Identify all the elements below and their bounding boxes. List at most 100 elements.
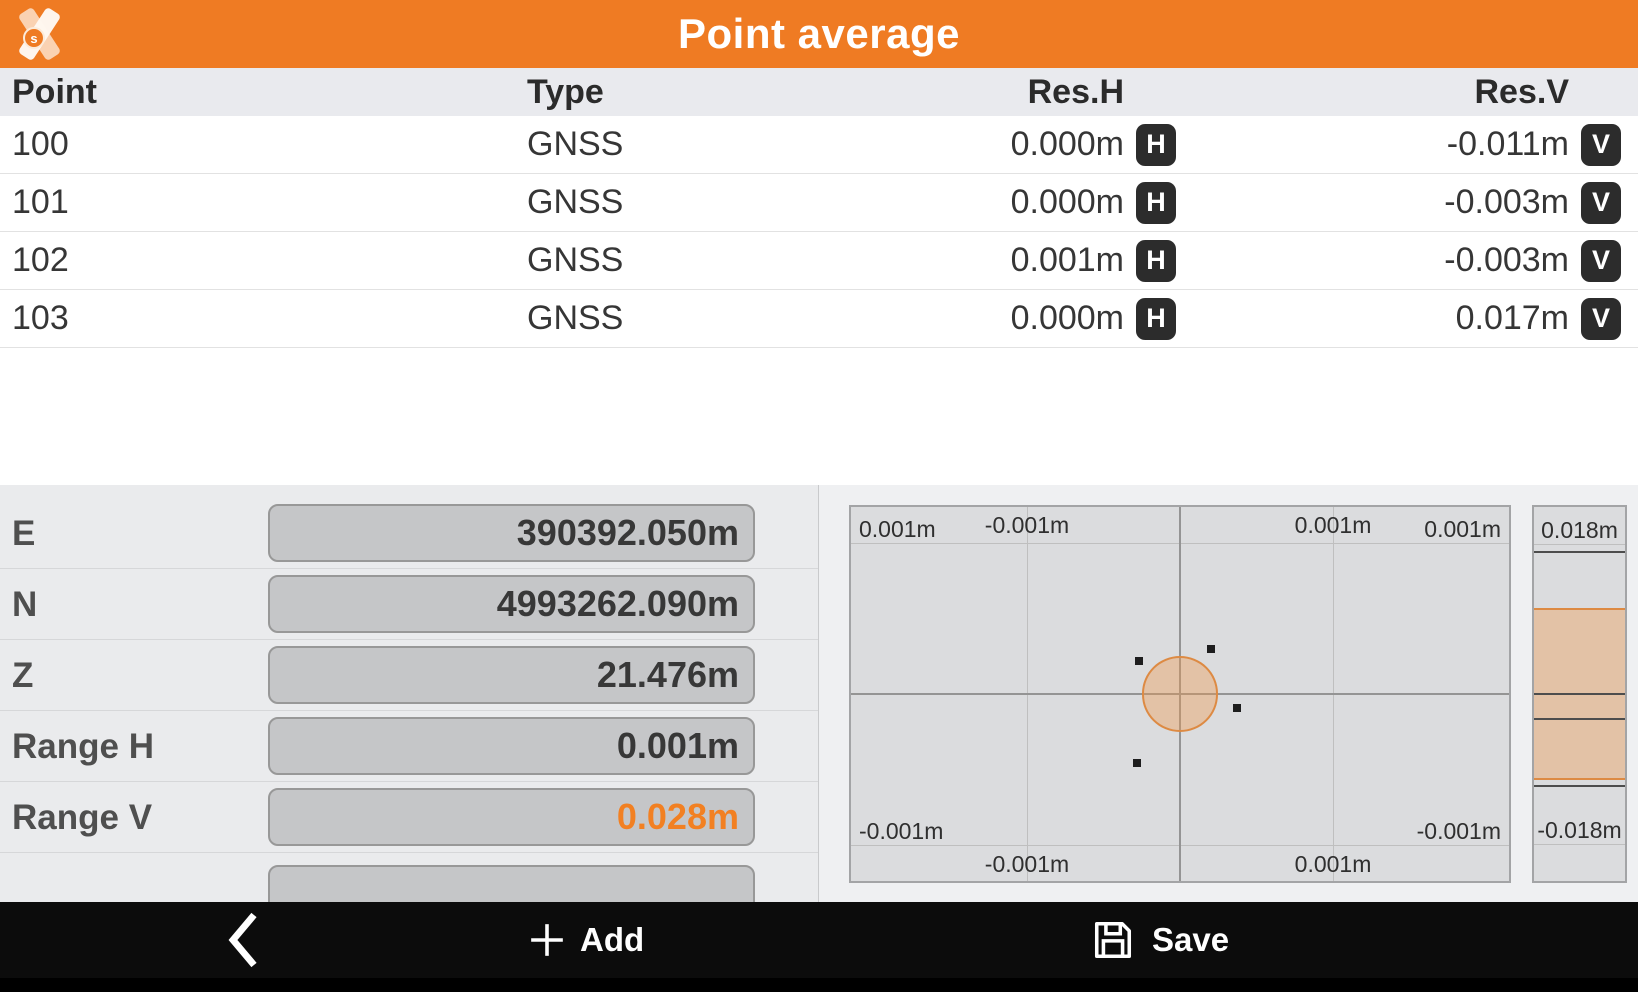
residual-point: [1207, 645, 1215, 653]
res-h-value: 0.000m: [1011, 299, 1124, 338]
residual-charts-panel: -0.001m 0.001m -0.001m 0.001m 0.001m -0.001m 0…: [818, 485, 1638, 902]
cell-res-h: 0.001m H: [819, 240, 1180, 282]
table-row[interactable]: 101 GNSS 0.000m H -0.003m V: [0, 174, 1638, 232]
bar-tick-label: -0.018m: [1537, 817, 1621, 844]
field-value-box: 21.476m: [268, 646, 755, 704]
res-h-value: 0.000m: [1011, 183, 1124, 222]
logo-s-circle: s: [23, 27, 45, 49]
field-value-box: 390392.050m: [268, 504, 755, 562]
v-badge: V: [1581, 298, 1621, 340]
cell-point: 101: [0, 183, 515, 222]
fields-container: E 390392.050m N 4993262.090m Z 21.476m R…: [0, 498, 818, 853]
axis-tick-label: -0.001m: [1417, 818, 1501, 845]
back-chevron-icon: [225, 911, 261, 969]
field-row: Range H 0.001m: [0, 711, 818, 782]
average-result-panel: E 390392.050m N 4993262.090m Z 21.476m R…: [0, 485, 818, 902]
cell-type: GNSS: [515, 125, 819, 164]
column-header-resv: Res.V: [1180, 73, 1638, 112]
field-row: E 390392.050m: [0, 498, 818, 569]
axis-tick-label: -0.001m: [859, 818, 943, 845]
android-nav-strip: [0, 978, 1638, 992]
h-badge: H: [1136, 182, 1176, 224]
table-row[interactable]: 102 GNSS 0.001m H -0.003m V: [0, 232, 1638, 290]
h-badge: H: [1136, 124, 1176, 166]
add-label: Add: [580, 921, 644, 959]
field-value: 0.001m: [617, 725, 739, 767]
field-label: E: [12, 498, 35, 569]
plus-icon: [528, 921, 566, 959]
cell-res-v: -0.003m V: [1180, 182, 1638, 224]
field-value: 0.028m: [617, 796, 739, 838]
save-button[interactable]: Save: [1088, 902, 1229, 978]
bar-tick-label: 0.018m: [1541, 517, 1618, 544]
app-header: s Point average: [0, 0, 1638, 68]
field-label: Z: [12, 640, 33, 711]
cell-type: GNSS: [515, 183, 819, 222]
field-value-box: 0.001m: [268, 717, 755, 775]
field-value: 390392.050m: [517, 512, 739, 554]
res-v-value: -0.011m: [1447, 125, 1569, 164]
residual-point: [1135, 657, 1143, 665]
h-badge: H: [1136, 298, 1176, 340]
cell-res-v: 0.017m V: [1180, 298, 1638, 340]
cell-type: GNSS: [515, 299, 819, 338]
residual-point: [1133, 759, 1141, 767]
cell-point: 100: [0, 125, 515, 164]
back-button[interactable]: [225, 902, 261, 978]
res-v-value: -0.003m: [1444, 241, 1569, 280]
save-label: Save: [1152, 921, 1229, 959]
res-h-value: 0.001m: [1011, 241, 1124, 280]
residual-line: [1534, 718, 1625, 720]
column-header-point: Point: [0, 73, 515, 112]
v-badge: V: [1581, 182, 1621, 224]
field-row: N 4993262.090m: [0, 569, 818, 640]
axis-tick-label: -0.001m: [985, 851, 1069, 878]
table-row[interactable]: 100 GNSS 0.000m H -0.011m V: [0, 116, 1638, 174]
sigma-ellipse: [1142, 656, 1219, 731]
field-value-box: [268, 865, 755, 902]
field-value-box: 0.028m: [268, 788, 755, 846]
bar-gridline: [1534, 844, 1625, 845]
axis-tick-label: 0.001m: [1295, 851, 1372, 878]
axis-tick-label: 0.001m: [1424, 516, 1501, 543]
cell-res-h: 0.000m H: [819, 182, 1180, 224]
add-button[interactable]: Add: [528, 902, 644, 978]
residual-point: [1233, 704, 1241, 712]
axis-tick-label: -0.001m: [985, 512, 1069, 539]
horizontal-residuals-plot: -0.001m0.001m-0.001m0.001m0.001m-0.001m0…: [849, 505, 1511, 883]
v-badge: V: [1581, 124, 1621, 166]
field-label: N: [12, 569, 37, 640]
field-value: 21.476m: [597, 654, 739, 696]
table-row[interactable]: 103 GNSS 0.000m H 0.017m V: [0, 290, 1638, 348]
cell-res-v: -0.011m V: [1180, 124, 1638, 166]
cell-res-v: -0.003m V: [1180, 240, 1638, 282]
cell-res-h: 0.000m H: [819, 124, 1180, 166]
res-h-value: 0.000m: [1011, 125, 1124, 164]
residual-line: [1534, 693, 1625, 695]
field-row: Z 21.476m: [0, 640, 818, 711]
cell-type: GNSS: [515, 241, 819, 280]
axis-tick-label: 0.001m: [859, 516, 936, 543]
field-label: Range V: [12, 782, 152, 853]
cell-point: 102: [0, 241, 515, 280]
vertical-residuals-bar: 0.018m -0.018m: [1532, 505, 1627, 883]
res-v-value: -0.003m: [1444, 183, 1569, 222]
residual-line: [1534, 785, 1625, 787]
res-v-value: 0.017m: [1456, 299, 1569, 338]
field-label: Range H: [12, 711, 154, 782]
save-floppy-icon: [1088, 915, 1138, 965]
cell-res-h: 0.000m H: [819, 298, 1180, 340]
field-value-box: 4993262.090m: [268, 575, 755, 633]
field-value: 4993262.090m: [497, 583, 739, 625]
bar-gridline: [1534, 544, 1625, 545]
xpad-logo-icon[interactable]: s: [10, 5, 68, 63]
page-title: Point average: [678, 10, 960, 58]
point-average-screen: s Point average Point Type Res.H Res.V 1…: [0, 0, 1638, 992]
cell-point: 103: [0, 299, 515, 338]
table-header: Point Type Res.H Res.V: [0, 68, 1638, 116]
table-body: 100 GNSS 0.000m H -0.011m V 101 GNSS 0.0…: [0, 116, 1638, 348]
bottom-toolbar: Add Save: [0, 902, 1638, 992]
h-badge: H: [1136, 240, 1176, 282]
field-row-partial: [0, 853, 818, 902]
field-row: Range V 0.028m: [0, 782, 818, 853]
